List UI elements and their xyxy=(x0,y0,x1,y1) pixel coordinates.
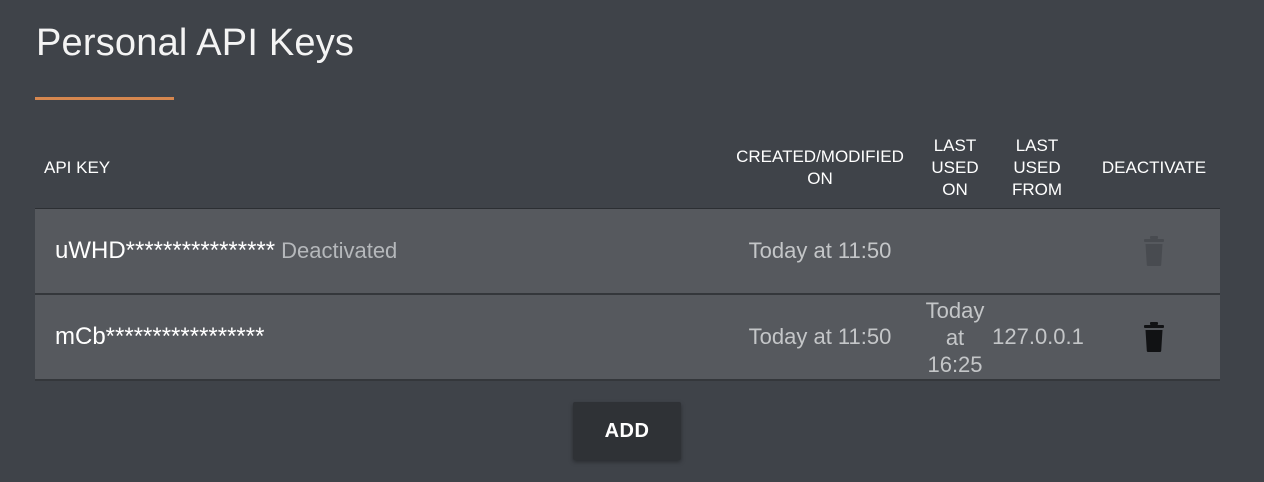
key-status: Deactivated xyxy=(281,238,398,263)
api-key-value: uWHD**************** xyxy=(55,237,276,264)
header-last-used-on: LAST USED ON xyxy=(931,136,979,199)
last-used-on-cell xyxy=(925,209,985,293)
table-header: API KEY CREATED/MODIFIED ON LAST USED ON… xyxy=(35,128,1220,209)
created-cell: Today at 11:50 xyxy=(748,324,892,349)
add-button[interactable]: ADD xyxy=(573,402,681,460)
table-row: mCb***************** Today at 11:50 Toda… xyxy=(35,295,1220,381)
created-cell: Today at 11:50 xyxy=(748,238,892,263)
trash-icon[interactable] xyxy=(1142,321,1166,353)
page-title: Personal API Keys xyxy=(36,22,355,64)
header-deactivate: DEACTIVATE xyxy=(1101,158,1207,177)
last-used-on-cell: Today at 16:25 xyxy=(925,297,985,377)
header-last-used-from: LAST USED FROM xyxy=(1011,136,1063,199)
last-used-from-cell: 127.0.0.1 xyxy=(992,324,1084,349)
api-key-cell: mCb***************** xyxy=(55,295,270,379)
api-key-cell: uWHD**************** Deactivated xyxy=(55,209,397,293)
header-created-modified: CREATED/MODIFIED ON xyxy=(736,147,904,188)
api-keys-page: Personal API Keys API KEY CREATED/MODIFI… xyxy=(0,0,1264,482)
table-row: uWHD**************** Deactivated Today a… xyxy=(35,209,1220,295)
title-underline xyxy=(35,97,174,100)
header-api-key: API KEY xyxy=(44,158,111,177)
trash-icon[interactable] xyxy=(1142,235,1166,267)
last-used-from-cell xyxy=(985,209,1091,293)
api-key-value: mCb***************** xyxy=(55,323,265,350)
api-keys-table: API KEY CREATED/MODIFIED ON LAST USED ON… xyxy=(35,128,1220,381)
deactivate-cell xyxy=(1093,209,1215,293)
deactivate-cell xyxy=(1093,295,1215,379)
